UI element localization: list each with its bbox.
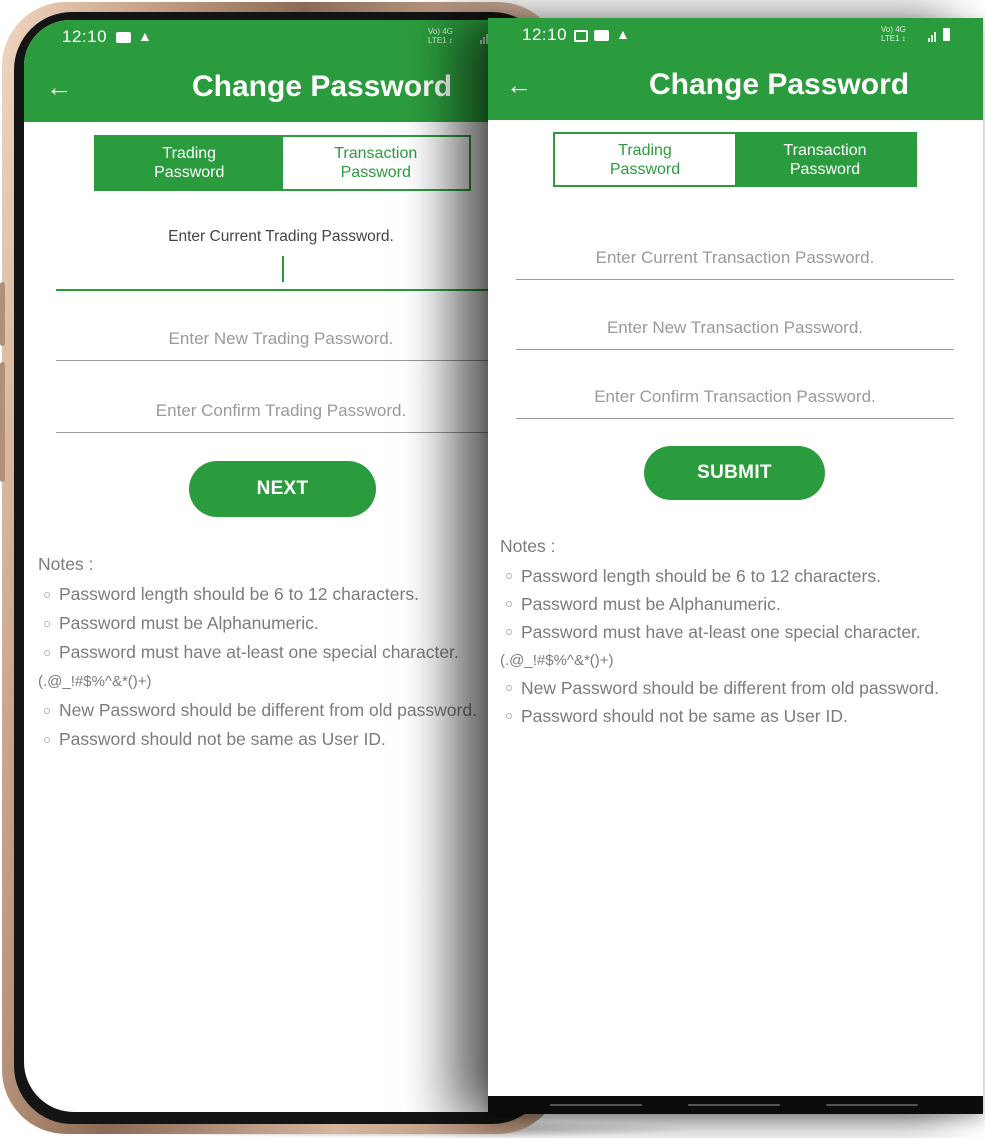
bullet-icon [44, 707, 50, 714]
confirm-transaction-password-input[interactable]: Enter Confirm Transaction Password. [516, 371, 954, 419]
note-item: Password length should be 6 to 12 charac… [38, 580, 477, 609]
current-transaction-password-placeholder: Enter Current Transaction Password. [595, 248, 875, 267]
warning-icon: ▲ [616, 26, 630, 42]
new-transaction-password-placeholder: Enter New Transaction Password. [606, 318, 864, 337]
youtube-icon [116, 32, 131, 43]
note-item: Password should not be same as User ID. [500, 702, 939, 730]
special-characters: (.@_!#$%^&*()+) [38, 673, 152, 690]
bullet-icon [506, 629, 512, 635]
bullet-icon [506, 685, 512, 691]
bullet-icon [44, 620, 50, 627]
tab-transaction-password[interactable]: Transaction Password [735, 134, 915, 185]
side-button [0, 282, 5, 346]
side-button [0, 362, 5, 482]
bullet-icon [44, 736, 50, 743]
status-time: 12:10 [62, 27, 108, 46]
note-item: Password must have at-least one special … [38, 638, 477, 667]
bullet-icon [506, 601, 512, 607]
new-trading-password-input[interactable]: Enter New Trading Password. [56, 315, 494, 361]
password-notes: Notes : Password length should be 6 to 1… [38, 554, 477, 754]
app-bar: ← Change Password [488, 52, 983, 120]
back-arrow-icon[interactable]: ← [46, 72, 72, 103]
special-characters: (.@_!#$%^&*()+) [500, 651, 614, 669]
signal-icon [480, 32, 488, 44]
password-notes: Notes : Password length should be 6 to 1… [500, 536, 939, 730]
bullet-icon [44, 649, 50, 656]
note-item: Password must be Alphanumeric. [38, 609, 477, 638]
note-item: New Password should be different from ol… [500, 674, 939, 702]
nav-home-button[interactable] [688, 1104, 780, 1106]
text-caret [282, 256, 284, 282]
note-item: New Password should be different from ol… [38, 696, 477, 725]
note-item: Password must be Alphanumeric. [500, 590, 939, 618]
confirm-trading-password-input[interactable]: Enter Confirm Trading Password. [56, 387, 494, 433]
new-trading-password-placeholder: Enter New Trading Password. [168, 329, 394, 348]
trading-password-screen: 12:10 ▲ Vo) 4G LTE1 ↕ ← Change Password … [24, 20, 494, 1112]
notes-title: Notes : [500, 536, 556, 556]
bullet-icon [506, 713, 512, 719]
note-item: Password length should be 6 to 12 charac… [500, 562, 939, 590]
notes-title: Notes : [38, 554, 94, 574]
signal-icon [928, 30, 936, 42]
network-type: Vo) 4G LTE1 ↕ [881, 25, 906, 43]
new-transaction-password-input[interactable]: Enter New Transaction Password. [516, 302, 954, 350]
warning-icon: ▲ [138, 28, 152, 44]
nav-back-button[interactable] [826, 1104, 918, 1106]
confirm-trading-password-placeholder: Enter Confirm Trading Password. [155, 401, 407, 420]
youtube-icon [594, 30, 609, 41]
back-arrow-icon[interactable]: ← [506, 70, 532, 101]
current-trading-password-label: Enter Current Trading Password. [168, 228, 394, 245]
confirm-transaction-password-placeholder: Enter Confirm Transaction Password. [594, 387, 876, 406]
gallery-icon [574, 30, 588, 42]
note-item: Password must have at-least one special … [500, 618, 939, 646]
network-type: Vo) 4G LTE1 ↕ [428, 27, 453, 45]
app-bar: ← Change Password [24, 54, 494, 122]
bullet-icon [506, 573, 512, 579]
system-navigation-bar [488, 1096, 983, 1114]
tab-transaction-password[interactable]: Transaction Password [282, 137, 469, 189]
status-time: 12:10 [522, 25, 568, 44]
tab-trading-password[interactable]: Trading Password [555, 134, 735, 185]
current-transaction-password-input[interactable]: Enter Current Transaction Password. [516, 232, 954, 280]
current-trading-password-input[interactable]: Enter Current Trading Password. [56, 220, 494, 291]
transaction-password-screen: 12:10 ▲ Vo) 4G LTE1 ↕ ← Change Password … [488, 18, 983, 1114]
tab-trading-password[interactable]: Trading Password [96, 137, 283, 189]
password-type-tabs: Trading Password Transaction Password [553, 132, 917, 187]
note-item: Password should not be same as User ID. [38, 725, 477, 754]
status-bar: 12:10 ▲ Vo) 4G LTE1 ↕ [24, 20, 494, 54]
password-type-tabs: Trading Password Transaction Password [94, 135, 471, 191]
next-button[interactable]: NEXT [189, 461, 376, 517]
page-title: Change Password [649, 68, 910, 101]
battery-icon [943, 28, 950, 41]
nav-recents-button[interactable] [550, 1104, 642, 1106]
bullet-icon [44, 591, 50, 598]
page-title: Change Password [192, 70, 453, 103]
submit-button[interactable]: SUBMIT [644, 446, 825, 500]
status-bar: 12:10 ▲ Vo) 4G LTE1 ↕ [488, 18, 983, 52]
